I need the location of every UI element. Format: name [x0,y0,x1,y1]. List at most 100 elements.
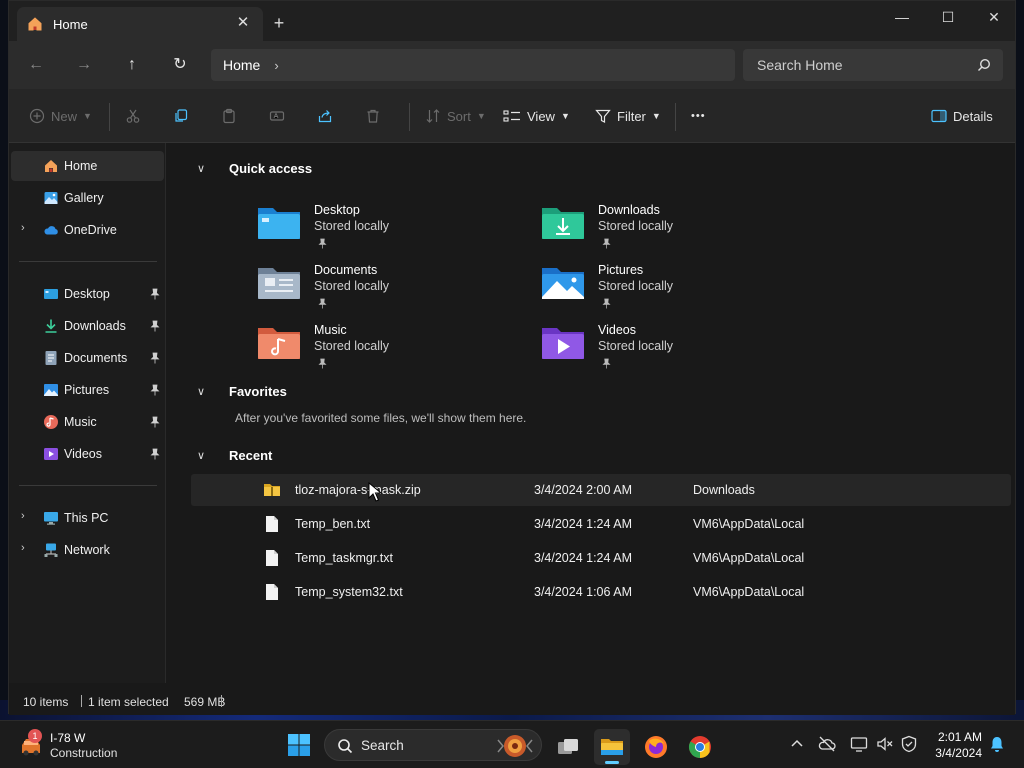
up-arrow-icon[interactable]: ↑ [121,54,143,76]
tab-close-icon[interactable]: ✕ [235,15,251,31]
taskbar-search[interactable]: Search [324,729,542,761]
quick-access-videos[interactable]: Videos Stored locally [541,323,801,379]
tab-home[interactable]: Home ✕ [17,7,263,41]
display-icon[interactable] [850,735,868,753]
security-shield-icon[interactable] [900,735,918,753]
monitor-icon [44,512,58,525]
recent-item[interactable]: Temp_ben.txt 3/4/2024 1:24 AM VM6\AppDat… [191,508,1011,540]
rename-button[interactable] [269,89,291,143]
filter-button[interactable]: Filter ▼ [595,89,661,143]
file-explorer-taskbar-button[interactable] [594,729,630,765]
firefox-taskbar-button[interactable] [638,729,674,765]
maximize-button[interactable]: ☐ [925,5,971,29]
pin-icon[interactable] [150,416,160,428]
details-pane-button[interactable]: Details [931,89,993,143]
navigation-pane: Home Gallery › OneDrive Desktop Download… [9,143,166,683]
chevron-right-icon[interactable]: › [21,510,25,522]
status-divider [81,695,82,707]
view-label: View [527,108,555,124]
sidebar-item-onedrive[interactable]: › OneDrive [11,215,164,245]
quick-access-pictures[interactable]: Pictures Stored locally [541,263,801,319]
sort-button[interactable]: Sort ▼ [425,89,486,143]
sidebar-item-videos[interactable]: Videos [11,439,164,469]
sidebar-item-this-pc[interactable]: › This PC [11,503,164,533]
new-tab-button[interactable]: + [269,13,289,33]
new-button[interactable]: New ▼ [29,89,92,143]
active-indicator [605,761,619,764]
cut-button[interactable] [125,89,147,143]
recent-header[interactable]: ∨ Recent [197,448,272,463]
quick-access-downloads[interactable]: Downloads Stored locally [541,203,801,259]
back-arrow-icon[interactable]: ← [25,54,47,76]
more-options-button[interactable]: ••• [691,89,706,143]
volume-muted-icon[interactable] [876,735,894,753]
paste-button[interactable] [221,89,243,143]
recent-item[interactable]: Temp_taskmgr.txt 3/4/2024 1:24 AM VM6\Ap… [191,542,1011,574]
sidebar-item-network[interactable]: › Network [11,535,164,565]
favorites-header[interactable]: ∨ Favorites [197,384,287,399]
chevron-down-icon[interactable]: ∨ [197,162,211,175]
view-list-icon [503,110,520,122]
chevron-down-icon[interactable]: ∨ [197,449,211,462]
pin-icon[interactable] [150,384,160,396]
chevron-down-icon[interactable]: ∨ [197,385,211,398]
copy-button[interactable] [173,89,195,143]
text-file-icon [266,516,278,532]
video-icon [44,448,58,460]
notification-bell-icon[interactable] [988,735,1006,753]
quick-access-music[interactable]: Music Stored locally [257,323,517,379]
quick-access-documents[interactable]: Documents Stored locally [257,263,517,319]
task-view-button[interactable] [550,729,586,765]
search-box[interactable] [743,49,1003,81]
search-input[interactable] [757,57,967,73]
refresh-icon[interactable]: ↻ [169,54,191,76]
view-button[interactable]: View ▼ [503,89,570,143]
address-bar[interactable]: Home › [211,49,735,81]
zip-folder-icon [264,484,280,496]
notification-badge: 1 [28,729,42,743]
minimize-button[interactable]: — [879,5,925,29]
sidebar-item-gallery[interactable]: Gallery [11,183,164,213]
taskbar-clock-time[interactable]: 2:01 AM [930,730,982,744]
delete-button[interactable] [365,89,387,143]
chrome-taskbar-button[interactable] [682,729,718,765]
pin-icon [318,298,327,309]
recent-item[interactable]: Temp_system32.txt 3/4/2024 1:06 AM VM6\A… [191,576,1011,608]
selection-count: 1 item selected [88,695,169,709]
pin-icon[interactable] [150,352,160,364]
quick-access-name: Music [314,323,347,337]
sidebar-item-downloads[interactable]: Downloads [11,311,164,341]
quick-access-name: Downloads [598,203,660,217]
sidebar-item-pictures[interactable]: Pictures [11,375,164,405]
weather-widget[interactable]: 1 I-78 W Construction [18,729,128,761]
section-title: Favorites [229,384,287,399]
close-window-button[interactable]: ✕ [971,5,1017,29]
quick-access-header[interactable]: ∨ Quick access [197,161,312,176]
pin-icon[interactable] [150,448,160,460]
pictures-folder-icon [542,268,584,299]
forward-arrow-icon[interactable]: → [73,54,95,76]
chevron-up-icon[interactable] [788,735,806,753]
chevron-right-icon[interactable]: › [274,58,278,73]
chevron-right-icon[interactable]: › [21,222,25,234]
pin-icon[interactable] [150,288,160,300]
sidebar-item-label: Desktop [64,287,110,301]
status-bar: 10 items 1 item selected 569 MB [9,683,1015,715]
sidebar-item-documents[interactable]: Documents [11,343,164,373]
share-button[interactable] [317,89,339,143]
status-divider [221,695,222,707]
sidebar-item-music[interactable]: Music [11,407,164,437]
pin-icon[interactable] [150,320,160,332]
cloud-offline-icon[interactable] [818,735,836,753]
recent-item[interactable]: tloz-majora-s-mask.zip 3/4/2024 2:00 AM … [191,474,1011,506]
breadcrumb-home[interactable]: Home [223,57,260,73]
sidebar-item-home[interactable]: Home [11,151,164,181]
pin-icon [318,358,327,369]
chevron-right-icon[interactable]: › [21,542,25,554]
quick-access-desktop[interactable]: Desktop Stored locally [257,203,517,259]
sidebar-item-desktop[interactable]: Desktop [11,279,164,309]
taskbar-clock-date[interactable]: 3/4/2024 [930,746,982,760]
quick-access-status: Stored locally [598,219,674,233]
details-label: Details [953,108,993,124]
windows-start-icon[interactable] [287,733,311,757]
